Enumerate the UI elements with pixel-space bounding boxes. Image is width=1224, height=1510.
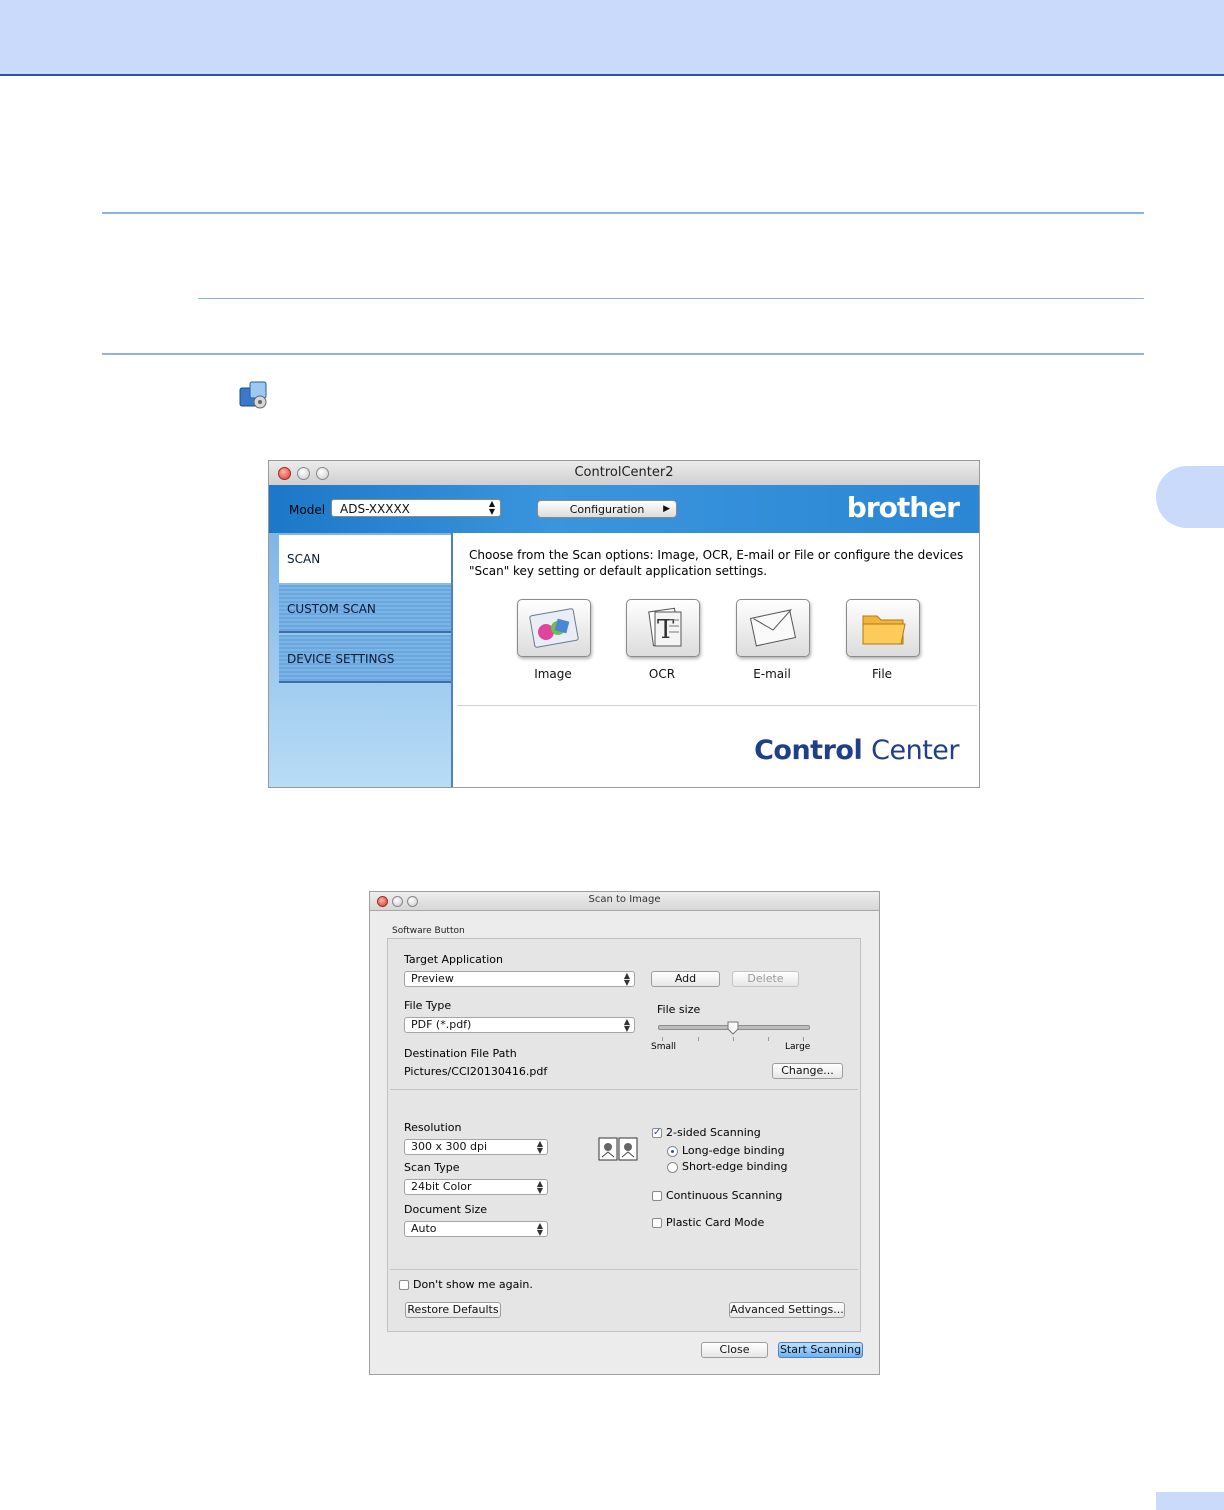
start-scanning-button[interactable]: Start Scanning bbox=[778, 1342, 863, 1358]
settings-group: Target Application Preview ▲ ▼ Add Delete… bbox=[387, 938, 861, 1332]
file-size-small-label: Small bbox=[651, 1042, 676, 1052]
image-button[interactable] bbox=[517, 599, 591, 657]
long-edge-binding-label: Long-edge binding bbox=[682, 1144, 785, 1157]
panel-divider bbox=[457, 705, 977, 706]
window-title: ControlCenter2 bbox=[574, 465, 674, 480]
file-label: File bbox=[871, 667, 893, 681]
close-button[interactable]: Close bbox=[701, 1342, 768, 1358]
logo-regular: Center bbox=[871, 735, 959, 766]
scan-description-line2: "Scan" key setting or default applicatio… bbox=[469, 564, 768, 578]
model-select-value: ADS-XXXXX bbox=[340, 502, 410, 516]
email-label: E-mail bbox=[753, 667, 791, 681]
file-type-label: File Type bbox=[404, 999, 452, 1012]
image-icon bbox=[529, 608, 579, 648]
chapter-tab bbox=[1156, 466, 1224, 528]
plastic-card-mode-label: Plastic Card Mode bbox=[666, 1216, 765, 1229]
dont-show-again-checkbox[interactable] bbox=[399, 1280, 409, 1290]
email-icon bbox=[749, 609, 797, 647]
file-type-value: PDF (*.pdf) bbox=[411, 1018, 472, 1031]
page-header-banner bbox=[0, 0, 1224, 76]
slider-ticks bbox=[658, 1037, 808, 1041]
folder-icon bbox=[862, 615, 906, 645]
plastic-card-mode-checkbox[interactable] bbox=[652, 1218, 662, 1228]
scan-type-label: Scan Type bbox=[404, 1161, 460, 1174]
file-type-select[interactable]: PDF (*.pdf) ▲ ▼ bbox=[404, 1017, 635, 1033]
image-label: Image bbox=[534, 667, 572, 681]
dialog-title: Scan to Image bbox=[588, 894, 661, 905]
email-button[interactable] bbox=[736, 599, 810, 657]
select-arrows-icon: ▲ ▼ bbox=[536, 1221, 543, 1237]
target-application-label: Target Application bbox=[404, 953, 503, 966]
delete-button[interactable]: Delete bbox=[732, 971, 799, 987]
destination-path-label: Destination File Path bbox=[404, 1047, 517, 1060]
dialog-titlebar: Scan to Image bbox=[370, 892, 879, 911]
document-size-select[interactable]: Auto ▲ ▼ bbox=[404, 1221, 548, 1237]
select-arrows-icon: ▲ ▼ bbox=[536, 1139, 543, 1155]
scan-to-image-dialog: Scan to Image Software Button Target App… bbox=[369, 891, 880, 1375]
sidebar: SCAN CUSTOM SCAN DEVICE SETTINGS bbox=[269, 533, 453, 787]
restore-defaults-button[interactable]: Restore Defaults bbox=[405, 1302, 501, 1318]
scan-type-value: 24bit Color bbox=[411, 1180, 472, 1193]
short-edge-binding-radio[interactable] bbox=[667, 1162, 678, 1173]
scan-description: Choose from the Scan options: Image, OCR… bbox=[469, 547, 969, 579]
ocr-label: OCR bbox=[648, 667, 676, 681]
configuration-label: Configuration bbox=[569, 503, 645, 516]
two-sided-scanning-label: 2-sided Scanning bbox=[666, 1126, 761, 1139]
model-select[interactable]: ADS-XXXXX ▲ ▼ bbox=[331, 499, 501, 517]
destination-path-value: Pictures/CCI20130416.pdf bbox=[404, 1065, 548, 1078]
resolution-label: Resolution bbox=[404, 1121, 462, 1134]
resolution-value: 300 x 300 dpi bbox=[411, 1140, 488, 1153]
select-arrows-icon: ▲ ▼ bbox=[623, 1017, 630, 1033]
duplex-icon bbox=[598, 1137, 638, 1161]
long-edge-binding-radio[interactable] bbox=[667, 1146, 678, 1157]
ocr-icon: T bbox=[648, 607, 682, 647]
select-arrows-icon: ▲ ▼ bbox=[536, 1179, 543, 1195]
tab-device-settings[interactable]: DEVICE SETTINGS bbox=[279, 635, 451, 683]
dont-show-again-label: Don't show me again. bbox=[413, 1278, 533, 1291]
section-rule-top bbox=[102, 212, 1144, 214]
group-separator bbox=[390, 1089, 858, 1090]
target-application-value: Preview bbox=[411, 972, 454, 985]
section-rule-bottom bbox=[102, 353, 1144, 355]
add-button[interactable]: Add bbox=[651, 971, 720, 987]
brother-logo: brother bbox=[846, 491, 960, 524]
two-sided-scanning-checkbox[interactable]: ✓ bbox=[652, 1128, 662, 1138]
select-arrows-icon: ▲ ▼ bbox=[488, 499, 495, 516]
document-size-label: Document Size bbox=[404, 1203, 488, 1216]
tab-scan[interactable]: SCAN bbox=[279, 535, 451, 583]
ocr-button[interactable]: T bbox=[626, 599, 700, 657]
continuous-scanning-checkbox[interactable] bbox=[652, 1191, 662, 1201]
file-size-large-label: Large bbox=[785, 1042, 811, 1052]
page-number-box bbox=[1156, 1492, 1224, 1510]
tab-custom-scan[interactable]: CUSTOM SCAN bbox=[279, 585, 451, 633]
section-rule-middle bbox=[198, 298, 1144, 299]
software-button-group-label: Software Button bbox=[392, 926, 465, 936]
continuous-scanning-label: Continuous Scanning bbox=[666, 1189, 783, 1202]
model-label: Model bbox=[289, 503, 326, 517]
advanced-settings-button[interactable]: Advanced Settings... bbox=[729, 1302, 845, 1318]
controlcenter-window: ControlCenter2 Model ADS-XXXXX ▲ ▼ Config… bbox=[268, 460, 980, 788]
controlcenter-icon bbox=[236, 378, 272, 412]
file-size-label: File size bbox=[657, 1003, 701, 1016]
logo-bold: Control bbox=[754, 735, 863, 766]
resolution-select[interactable]: 300 x 300 dpi ▲ ▼ bbox=[404, 1139, 548, 1155]
change-button[interactable]: Change... bbox=[772, 1063, 843, 1079]
scan-description-line1: Choose from the Scan options: Image, OCR… bbox=[469, 548, 964, 562]
scan-type-select[interactable]: 24bit Color ▲ ▼ bbox=[404, 1179, 548, 1195]
select-arrows-icon: ▲ ▼ bbox=[623, 971, 630, 987]
controlcenter-logo: Control Center bbox=[754, 735, 959, 766]
target-application-select[interactable]: Preview ▲ ▼ bbox=[404, 971, 635, 987]
header-bar: Model ADS-XXXXX ▲ ▼ Configuration ▶ broth… bbox=[269, 485, 979, 533]
scan-panel: Choose from the Scan options: Image, OCR… bbox=[453, 533, 979, 787]
short-edge-binding-label: Short-edge binding bbox=[682, 1160, 788, 1173]
document-size-value: Auto bbox=[411, 1222, 437, 1235]
file-size-slider-thumb[interactable] bbox=[727, 1021, 739, 1035]
triangle-right-icon: ▶ bbox=[663, 504, 670, 514]
file-button[interactable] bbox=[846, 599, 920, 657]
configuration-button[interactable]: Configuration ▶ bbox=[537, 500, 677, 518]
group-separator bbox=[390, 1269, 858, 1270]
window-titlebar: ControlCenter2 bbox=[269, 461, 979, 486]
